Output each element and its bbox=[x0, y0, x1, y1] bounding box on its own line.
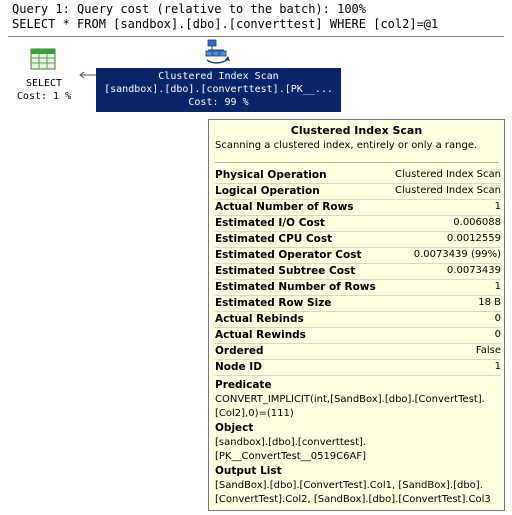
tooltip-description: Scanning a clustered index, entirely or … bbox=[215, 140, 478, 151]
property-value: 0 bbox=[494, 329, 501, 340]
property-name: Estimated Subtree Cost bbox=[215, 265, 356, 277]
property-value: 0 bbox=[494, 313, 501, 324]
predicate-line: CONVERT_IMPLICIT(int,[SandBox].[dbo].[Co… bbox=[215, 394, 485, 405]
tooltip-property-row: Estimated Subtree Cost 0.0073439 bbox=[215, 264, 501, 280]
output-list-line: [SandBox].[dbo].[ConvertTest].Col1, [San… bbox=[215, 480, 483, 491]
property-name: Estimated I/O Cost bbox=[215, 217, 325, 229]
property-value: 1 bbox=[494, 361, 501, 372]
scan-node-selected-box[interactable]: Clustered Index Scan [sandbox].[dbo].[co… bbox=[96, 68, 341, 112]
object-heading: Object bbox=[215, 422, 254, 434]
tooltip-property-row: Estimated Number of Rows 1 bbox=[215, 280, 501, 296]
property-value: False bbox=[475, 345, 501, 356]
property-value: 0.0012559 bbox=[446, 233, 501, 244]
clustered-index-scan-node[interactable]: Clustered Index Scan [sandbox].[dbo].[co… bbox=[96, 36, 341, 112]
tooltip-property-row: Estimated I/O Cost 0.006088 bbox=[215, 216, 501, 232]
property-name: Physical Operation bbox=[215, 169, 327, 181]
tooltip-property-row: Ordered False bbox=[215, 344, 501, 360]
tooltip-property-row: Actual Rewinds 0 bbox=[215, 328, 501, 344]
select-node-cost: Cost: 1 % bbox=[16, 91, 72, 102]
output-list-heading: Output List bbox=[215, 465, 282, 477]
scan-node-title: Clustered Index Scan bbox=[158, 71, 279, 82]
object-line: [sandbox].[dbo].[converttest]. bbox=[215, 437, 367, 448]
property-value: 1 bbox=[494, 281, 501, 292]
clustered-index-scan-icon bbox=[205, 39, 230, 64]
property-name: Logical Operation bbox=[215, 185, 320, 197]
select-result-icon bbox=[30, 48, 56, 70]
tooltip-property-row: Logical Operation Clustered Index Scan bbox=[215, 184, 501, 200]
object-line: [PK__ConvertTest__0519C6AF] bbox=[215, 451, 367, 462]
tooltip-properties-table: Physical Operation Clustered Index Scan Lo… bbox=[215, 168, 501, 376]
scan-node-object: [sandbox].[dbo].[converttest].[PK__... bbox=[104, 84, 333, 95]
tooltip-property-row: Actual Number of Rows 1 bbox=[215, 200, 501, 216]
predicate-heading: Predicate bbox=[215, 379, 272, 391]
query-header: Query 1: Query cost (relative to the bat… bbox=[0, 0, 512, 38]
property-name: Node ID bbox=[215, 361, 262, 373]
property-value: Clustered Index Scan bbox=[395, 185, 501, 196]
query-cost-text: Query 1: Query cost (relative to the bat… bbox=[12, 2, 367, 16]
property-value: 0.0073439 (99%) bbox=[413, 249, 501, 260]
property-value: Clustered Index Scan bbox=[395, 169, 501, 180]
property-name: Actual Rewinds bbox=[215, 329, 306, 341]
predicate-text: CONVERT_IMPLICIT(int,[SandBox].[dbo].[Co… bbox=[215, 393, 499, 421]
select-node-label: SELECT bbox=[25, 78, 63, 89]
select-plan-node[interactable]: SELECT Cost: 1 % bbox=[6, 44, 82, 108]
property-name: Ordered bbox=[215, 345, 264, 357]
property-name: Actual Number of Rows bbox=[215, 201, 354, 213]
property-name: Estimated Number of Rows bbox=[215, 281, 376, 293]
data-flow-arrow-icon bbox=[79, 71, 96, 79]
property-value: 0.006088 bbox=[453, 217, 501, 228]
tooltip-property-row: Node ID 1 bbox=[215, 360, 501, 376]
tooltip-property-row: Actual Rebinds 0 bbox=[215, 312, 501, 328]
property-name: Estimated CPU Cost bbox=[215, 233, 333, 245]
property-name: Estimated Operator Cost bbox=[215, 249, 362, 261]
query-sql-text: SELECT * FROM [sandbox].[dbo].[convertte… bbox=[12, 17, 439, 31]
tooltip-property-row: Physical Operation Clustered Index Scan bbox=[215, 168, 501, 184]
property-name: Actual Rebinds bbox=[215, 313, 304, 325]
tooltip-title: Clustered Index Scan bbox=[290, 124, 423, 137]
output-list-line: [ConvertTest].Col2, [SandBox].[dbo].[Con… bbox=[215, 494, 491, 505]
tooltip-property-row: Estimated Operator Cost 0.0073439 (99%) bbox=[215, 248, 501, 264]
object-text: [sandbox].[dbo].[converttest]. [PK__Conv… bbox=[215, 436, 499, 464]
property-value: 1 bbox=[494, 201, 501, 212]
tooltip-divider bbox=[215, 162, 499, 163]
property-value: 0.0073439 bbox=[446, 265, 501, 276]
tooltip-property-row: Estimated Row Size 18 B bbox=[215, 296, 501, 312]
tooltip-property-row: Estimated CPU Cost 0.0012559 bbox=[215, 232, 501, 248]
property-value: 18 B bbox=[478, 297, 501, 308]
predicate-line: [Col2],0)=(111) bbox=[215, 408, 294, 419]
operator-tooltip: Clustered Index Scan Scanning a clustere… bbox=[208, 119, 505, 511]
scan-node-cost: Cost: 99 % bbox=[188, 97, 249, 108]
property-name: Estimated Row Size bbox=[215, 297, 332, 309]
output-list-text: [SandBox].[dbo].[ConvertTest].Col1, [San… bbox=[215, 479, 499, 507]
